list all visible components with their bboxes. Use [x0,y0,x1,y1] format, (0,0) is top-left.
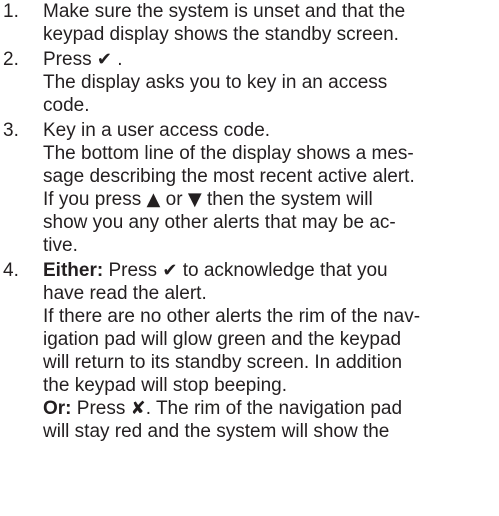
press-text: Press [103,260,158,281]
step-number: 3. [3,120,19,141]
step-text-line: The bottom line of the display shows a m… [43,143,414,164]
press-text: Press [43,49,92,70]
rim-text: . The rim of the navigation pad [145,398,403,419]
step-text-line: Key in a user access code. [43,120,271,141]
tick-icon: ✔ [96,49,112,70]
step-4: 4. Either: Press ✔ to acknowledge that y… [0,259,499,443]
step-3: 3. Key in a user access code. The bottom… [0,119,499,257]
step-number: 1. [3,1,19,22]
step-text-line: will return to its standby screen. In ad… [43,352,403,373]
step-text-line: Make sure the system is unset and that t… [43,1,406,22]
instruction-steps: 1. Make sure the system is unset and tha… [0,0,499,443]
step-text-line: have read the alert. [43,283,207,304]
step-text-line: igation pad will glow green and the keyp… [43,329,402,350]
step-number: 4. [3,260,19,281]
step-text-line: the keypad will stop beeping. [43,375,287,396]
either-label: Either: [43,260,104,281]
press-text: If you press [43,189,142,210]
step-text-line: tive. [43,235,78,256]
step-text-line: show you any other alerts that may be ac… [43,212,396,233]
tick-icon: ✔ [162,260,178,281]
step-text-line: Or: Press ✘. The rim of the navigation p… [43,397,499,420]
step-text-line: If there are no other alerts the rim of … [43,306,421,327]
step-text-line: If you press ▲ or ▼ then the system will [43,188,499,211]
step-number: 2. [3,49,19,70]
step-text-line: The display asks you to key in an access [43,72,388,93]
press-end-text: . [111,49,123,70]
step-text-line: will stay red and the system will show t… [43,421,390,442]
down-arrow-icon: ▼ [187,189,202,210]
cross-icon: ✘ [130,398,146,419]
step-text-line: Either: Press ✔ to acknowledge that you [43,259,499,282]
up-arrow-icon: ▲ [146,189,161,210]
step-text-line: code. [43,95,90,116]
step-1: 1. Make sure the system is unset and tha… [0,0,499,46]
acknowledge-text: to acknowledge that you [182,260,388,281]
press-text: Press [71,398,126,419]
step-2: 2. Press ✔ . The display asks you to key… [0,48,499,117]
or-label: Or: [43,398,72,419]
step-text-line: sage describing the most recent active a… [43,166,415,187]
step-text-line: Press ✔ . [43,48,499,71]
or-text: or [165,189,183,210]
step-text-line: keypad display shows the standby screen. [43,24,399,45]
then-text: then the system will [206,189,373,210]
